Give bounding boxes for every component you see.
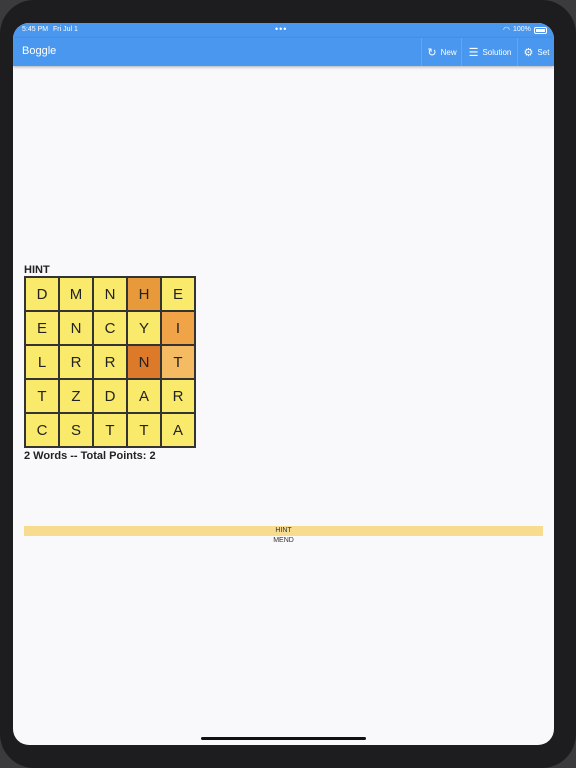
board-cell[interactable]: S bbox=[59, 413, 93, 447]
solution-button-label: Solution bbox=[482, 47, 512, 57]
home-indicator[interactable] bbox=[201, 737, 366, 740]
board-cell[interactable]: L bbox=[25, 345, 59, 379]
score-summary: 2 Words -- Total Points: 2 bbox=[24, 450, 156, 462]
board-cell[interactable]: R bbox=[59, 345, 93, 379]
hint-button[interactable]: HINT bbox=[24, 526, 543, 536]
board-cell[interactable]: T bbox=[127, 413, 161, 447]
board-cell[interactable]: E bbox=[161, 277, 195, 311]
board-cell[interactable]: C bbox=[93, 311, 127, 345]
board-cell[interactable]: Y bbox=[127, 311, 161, 345]
board-cell[interactable]: N bbox=[127, 345, 161, 379]
settings-button[interactable]: ⚙ Set bbox=[517, 38, 554, 66]
battery-percent: 100% bbox=[513, 26, 531, 33]
board-cell[interactable]: D bbox=[93, 379, 127, 413]
status-time: 5:45 PM bbox=[22, 26, 49, 33]
board-cell[interactable]: A bbox=[161, 413, 195, 447]
refresh-icon: ↻ bbox=[427, 46, 437, 59]
board-cell[interactable]: R bbox=[161, 379, 195, 413]
board-cell[interactable]: T bbox=[25, 379, 59, 413]
app-bar: Boggle ↻ New ☰ Solution ⚙ Set bbox=[13, 38, 554, 66]
board-cell[interactable]: D bbox=[25, 277, 59, 311]
board-cell[interactable]: T bbox=[93, 413, 127, 447]
checklist-icon: ☰ bbox=[468, 46, 479, 59]
new-button-label: New bbox=[440, 47, 457, 57]
board-cell[interactable]: N bbox=[59, 311, 93, 345]
battery-icon bbox=[534, 27, 547, 34]
wifi-icon: ◠ bbox=[503, 25, 510, 34]
board-cell[interactable]: A bbox=[127, 379, 161, 413]
board-cell[interactable]: H bbox=[127, 277, 161, 311]
board-cell[interactable]: N bbox=[93, 277, 127, 311]
solution-button[interactable]: ☰ Solution bbox=[461, 38, 518, 66]
board-cell[interactable]: E bbox=[25, 311, 59, 345]
board-cell[interactable]: I bbox=[161, 311, 195, 345]
board-cell[interactable]: Z bbox=[59, 379, 93, 413]
status-date: Fri Jul 1 bbox=[53, 26, 78, 33]
board-cell[interactable]: R bbox=[93, 345, 127, 379]
board-cell[interactable]: T bbox=[161, 345, 195, 379]
board-cell[interactable]: C bbox=[25, 413, 59, 447]
new-button[interactable]: ↻ New bbox=[421, 38, 462, 66]
hint-heading: HINT bbox=[24, 264, 50, 276]
screen: 5:45 PM Fri Jul 1 ••• ◠ 100% Boggle ↻ Ne… bbox=[13, 23, 554, 745]
boggle-board: DMNHEENCYILRRNTTZDARCSTTA bbox=[24, 276, 196, 448]
app-title: Boggle bbox=[22, 45, 57, 57]
board-cell[interactable]: M bbox=[59, 277, 93, 311]
gear-icon: ⚙ bbox=[523, 46, 534, 59]
settings-button-label: Set bbox=[537, 47, 550, 57]
status-bar: 5:45 PM Fri Jul 1 ••• ◠ 100% bbox=[13, 23, 554, 38]
hint-word: MEND bbox=[273, 537, 294, 544]
multitask-dots[interactable]: ••• bbox=[275, 24, 287, 34]
